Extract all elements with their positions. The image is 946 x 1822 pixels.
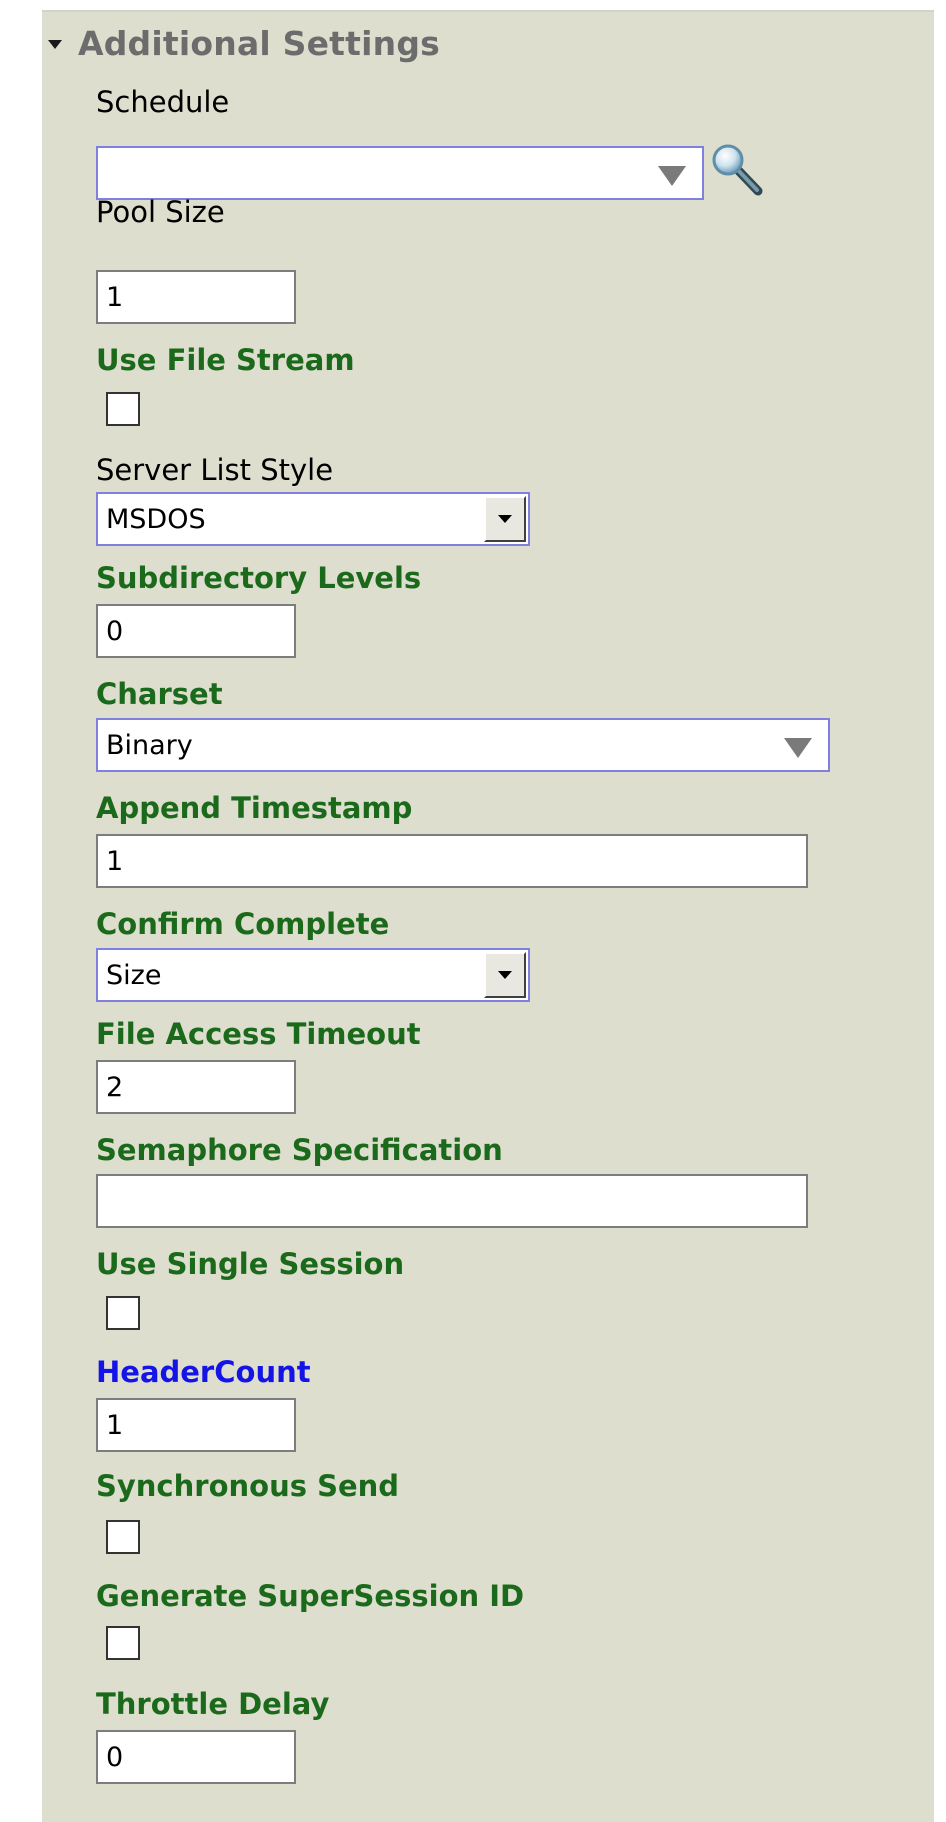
combo-arrow-icon[interactable] — [784, 738, 812, 758]
additional-settings-toggle[interactable]: Additional Settings — [48, 18, 440, 68]
combo-arrow-icon[interactable] — [658, 166, 686, 186]
use-single-session-label: Use Single Session — [96, 1247, 405, 1281]
section-title: Additional Settings — [78, 23, 440, 63]
charset-label: Charset — [96, 677, 223, 711]
use-filestream-label: Use File Stream — [96, 343, 355, 377]
pool-size-input[interactable]: 1 — [96, 270, 296, 324]
chevron-down-icon — [498, 971, 512, 979]
use-single-session-checkbox[interactable] — [106, 1296, 140, 1330]
magnifier-icon[interactable] — [710, 142, 766, 198]
dropdown-button[interactable] — [484, 952, 526, 998]
use-filestream-checkbox[interactable] — [106, 392, 140, 426]
synchronous-send-checkbox[interactable] — [106, 1520, 140, 1554]
server-list-style-label: Server List Style — [96, 453, 334, 487]
server-list-style-value: MSDOS — [106, 503, 206, 535]
confirm-complete-label: Confirm Complete — [96, 907, 390, 941]
semaphore-specification-input[interactable] — [96, 1174, 808, 1228]
header-count-label: HeaderCount — [96, 1355, 311, 1389]
generate-supersession-id-label: Generate SuperSession ID — [96, 1579, 525, 1613]
server-list-style-select[interactable]: MSDOS — [96, 492, 530, 546]
schedule-label: Schedule — [96, 85, 230, 119]
caret-down-icon — [48, 39, 62, 49]
chevron-down-icon — [498, 515, 512, 523]
dropdown-button[interactable] — [484, 496, 526, 542]
synchronous-send-label: Synchronous Send — [96, 1469, 400, 1503]
semaphore-specification-label: Semaphore Specification — [96, 1133, 503, 1167]
charset-value: Binary — [106, 729, 193, 761]
pool-size-label: Pool Size — [96, 195, 225, 229]
header-count-input[interactable]: 1 — [96, 1398, 296, 1452]
generate-supersession-id-checkbox[interactable] — [106, 1626, 140, 1660]
throttle-delay-input[interactable]: 0 — [96, 1730, 296, 1784]
charset-combobox[interactable]: Binary — [96, 718, 830, 772]
subdirectory-levels-input[interactable]: 0 — [96, 604, 296, 658]
throttle-delay-label: Throttle Delay — [96, 1687, 330, 1721]
confirm-complete-select[interactable]: Size — [96, 948, 530, 1002]
file-access-timeout-input[interactable]: 2 — [96, 1060, 296, 1114]
schedule-combobox[interactable] — [96, 146, 704, 200]
file-access-timeout-label: File Access Timeout — [96, 1017, 421, 1051]
append-timestamp-input[interactable]: 1 — [96, 834, 808, 888]
confirm-complete-value: Size — [106, 959, 162, 991]
append-timestamp-label: Append Timestamp — [96, 791, 413, 825]
subdirectory-levels-label: Subdirectory Levels — [96, 561, 422, 595]
